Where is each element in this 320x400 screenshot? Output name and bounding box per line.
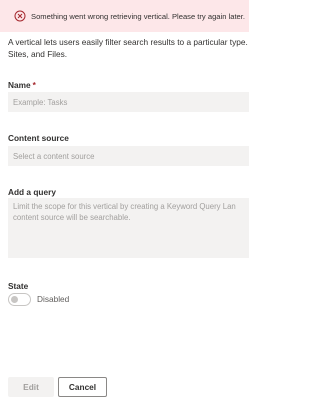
error-message-text: Something went wrong retrieving vertical… — [31, 11, 245, 21]
edit-button[interactable]: Edit — [8, 377, 54, 397]
description-line-2: Sites, and Files. — [8, 48, 68, 59]
required-mark: * — [32, 80, 36, 90]
error-message-bar: Something went wrong retrieving vertical… — [0, 0, 249, 32]
content-source-placeholder: Select a content source — [13, 151, 95, 161]
query-label: Add a query — [8, 187, 56, 197]
vertical-description: A vertical lets users easily filter sear… — [8, 37, 249, 61]
cancel-button[interactable]: Cancel — [58, 377, 107, 397]
toggle-knob — [11, 296, 18, 303]
name-label: Name * — [8, 80, 36, 90]
description-line-1: A vertical lets users easily filter sear… — [8, 37, 249, 47]
state-label: State — [8, 281, 29, 291]
name-input[interactable] — [8, 92, 249, 112]
error-circle-icon — [14, 10, 26, 22]
query-textarea[interactable] — [8, 198, 249, 258]
content-source-label: Content source — [8, 133, 69, 143]
state-toggle-text: Disabled — [37, 294, 70, 304]
name-label-text: Name — [8, 80, 31, 90]
content-source-dropdown[interactable]: Select a content source — [8, 146, 249, 166]
state-toggle[interactable] — [8, 293, 31, 306]
